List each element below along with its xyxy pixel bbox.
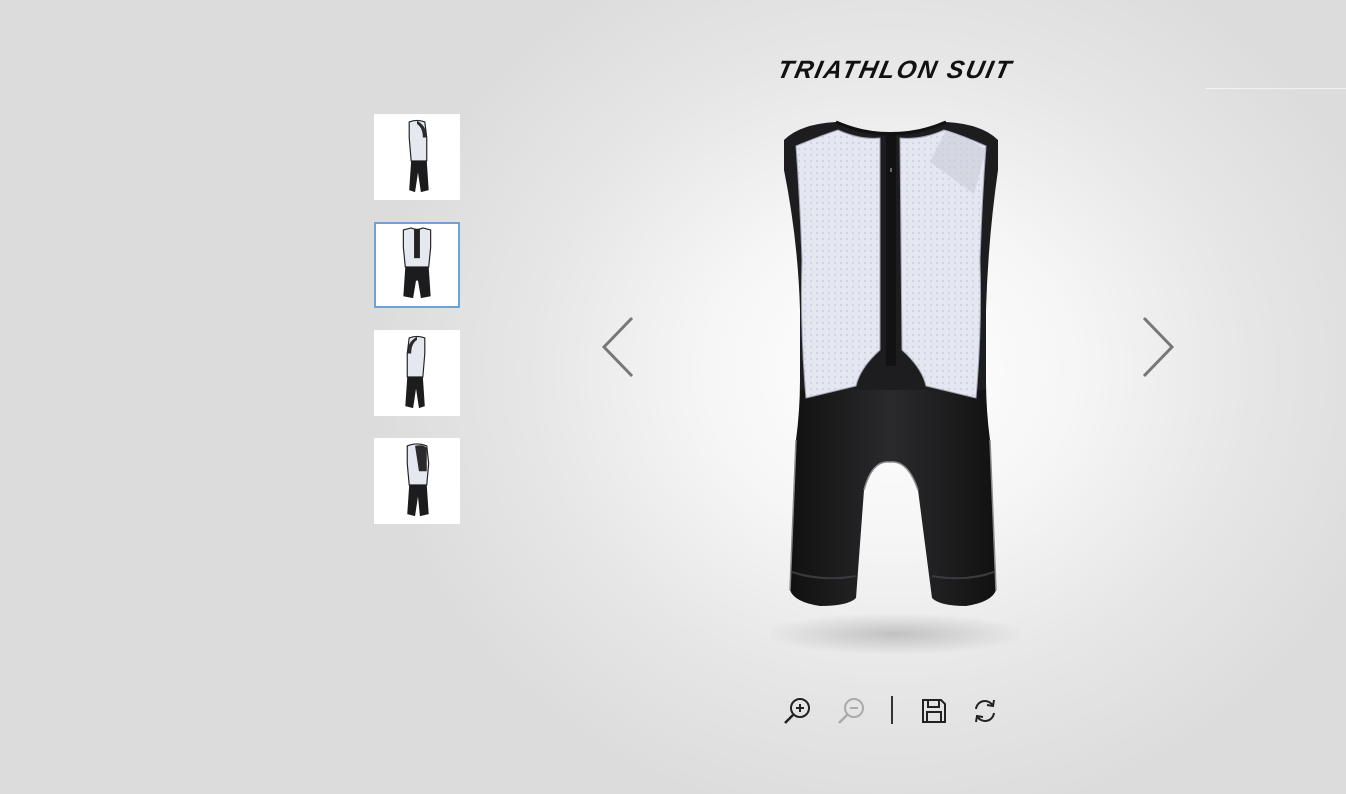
suit-front-thumbnail-image	[402, 227, 432, 299]
suit-back-thumbnail-image	[406, 443, 430, 517]
save-icon	[922, 699, 946, 723]
rotate-button[interactable]	[970, 696, 1000, 726]
suit-side-thumbnail-image	[408, 119, 429, 193]
thumbnail-right-view[interactable]	[374, 330, 460, 416]
main-product-image	[760, 110, 1030, 670]
triathlon-suit-front-image	[784, 120, 998, 606]
product-title: TRIATHLON SUIT	[774, 56, 1016, 84]
chevron-left-icon	[601, 316, 634, 378]
zoom-out-button[interactable]	[836, 696, 866, 726]
toolbar-separator	[891, 696, 893, 724]
zoom-in-icon	[784, 698, 810, 724]
divider-line	[1205, 88, 1346, 89]
zoom-out-icon	[838, 698, 864, 724]
zoom-in-button[interactable]	[782, 696, 812, 726]
next-arrow-button[interactable]	[1140, 316, 1176, 378]
thumbnail-back-view[interactable]	[374, 438, 460, 524]
thumbnail-list	[374, 114, 460, 546]
previous-arrow-button[interactable]	[600, 316, 636, 378]
image-toolbar	[780, 694, 1010, 728]
thumbnail-left-view[interactable]	[374, 114, 460, 200]
thumbnail-front-view[interactable]	[374, 222, 460, 308]
chevron-right-icon	[1142, 316, 1175, 378]
save-button[interactable]	[919, 696, 949, 726]
refresh-icon	[975, 699, 995, 723]
suit-side-thumbnail-image	[405, 335, 426, 409]
